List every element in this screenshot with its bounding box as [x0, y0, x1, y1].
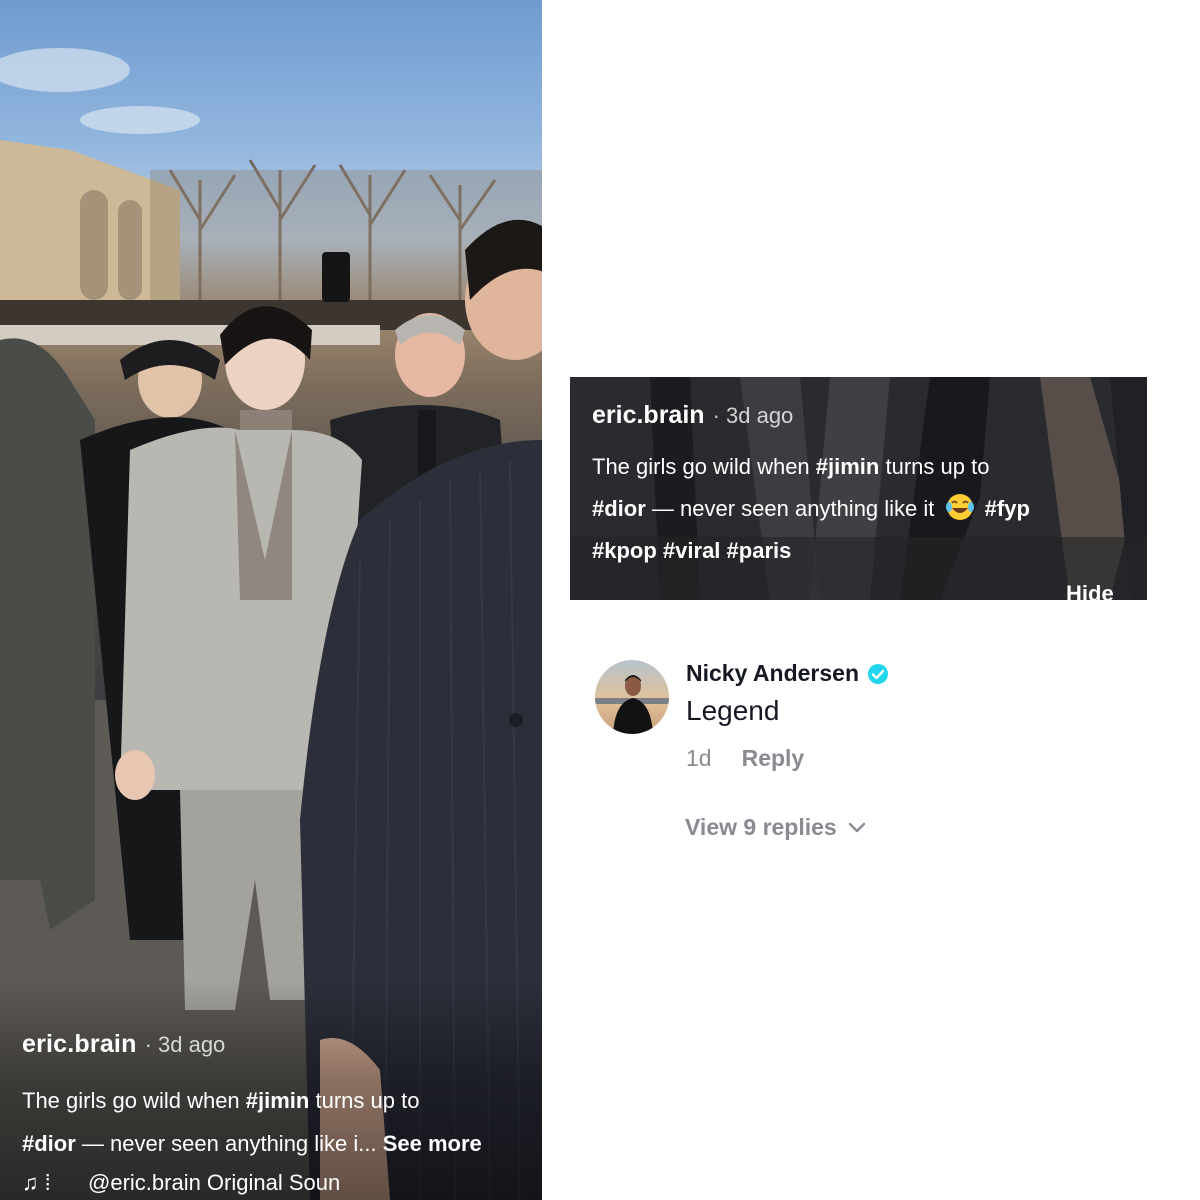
- chevron-down-icon: [848, 822, 865, 832]
- card-username[interactable]: eric.brain: [592, 401, 705, 430]
- laughing-tears-emoji-icon: [945, 494, 974, 520]
- view-replies-label: View 9 replies: [685, 814, 837, 840]
- video-username[interactable]: eric.brain: [22, 1030, 137, 1059]
- hashtag-jimin[interactable]: #jimin: [816, 454, 880, 479]
- comment-meta: 1d Reply: [686, 745, 889, 772]
- caption-card-content: eric.brain · 3d ago The girls go wild wh…: [592, 401, 1132, 572]
- comment-body: Nicky Andersen Legend 1d Reply: [686, 660, 889, 772]
- video-caption: eric.brain · 3d ago The girls go wild wh…: [22, 1030, 542, 1165]
- comment-text: Legend: [686, 695, 780, 726]
- reply-button[interactable]: Reply: [742, 745, 805, 772]
- verified-badge-icon: [868, 663, 888, 684]
- video-player[interactable]: eric.brain · 3d ago The girls go wild wh…: [0, 0, 542, 1200]
- card-post-time: · 3d ago: [712, 403, 794, 428]
- hashtag-dior[interactable]: #dior: [592, 496, 646, 521]
- hashtag-fyp[interactable]: #fyp: [985, 496, 1030, 521]
- caption-text-segment: The girls go wild when: [592, 454, 816, 479]
- video-post-time: · 3d ago: [144, 1032, 226, 1057]
- card-caption-text: The girls go wild when #jimin turns up t…: [592, 446, 1132, 572]
- sound-name[interactable]: @eric.brain Original Soun: [88, 1170, 340, 1196]
- music-note-icon: ♫ ⁞: [22, 1170, 51, 1195]
- hashtag-viral[interactable]: #viral: [663, 538, 721, 563]
- caption-text-segment: — never seen anything like it: [645, 496, 935, 521]
- caption-text-segment: turns up to: [879, 454, 990, 479]
- hashtag-kpop[interactable]: #kpop: [592, 538, 657, 563]
- caption-text-segment: turns up to: [309, 1088, 420, 1113]
- caption-text-segment: — never seen anything like i...: [75, 1131, 377, 1156]
- video-caption-text: The girls go wild when #jimin turns up t…: [22, 1079, 542, 1165]
- hashtag-jimin[interactable]: #jimin: [246, 1088, 310, 1113]
- caption-card: eric.brain · 3d ago The girls go wild wh…: [570, 377, 1147, 600]
- comment-age: 1d: [686, 745, 712, 771]
- view-replies-button[interactable]: View 9 replies: [685, 814, 869, 841]
- comment-author[interactable]: Nicky Andersen: [686, 660, 859, 687]
- caption-text-segment: The girls go wild when: [22, 1088, 246, 1113]
- hashtag-dior[interactable]: #dior: [22, 1131, 76, 1156]
- avatar[interactable]: [595, 660, 669, 734]
- hashtag-paris[interactable]: #paris: [727, 538, 792, 563]
- sound-row[interactable]: ♫ ⁞ @eric.brain Original Soun: [22, 1170, 340, 1196]
- see-more-link[interactable]: See more: [377, 1131, 482, 1156]
- hide-caption-button[interactable]: Hide: [1066, 581, 1114, 600]
